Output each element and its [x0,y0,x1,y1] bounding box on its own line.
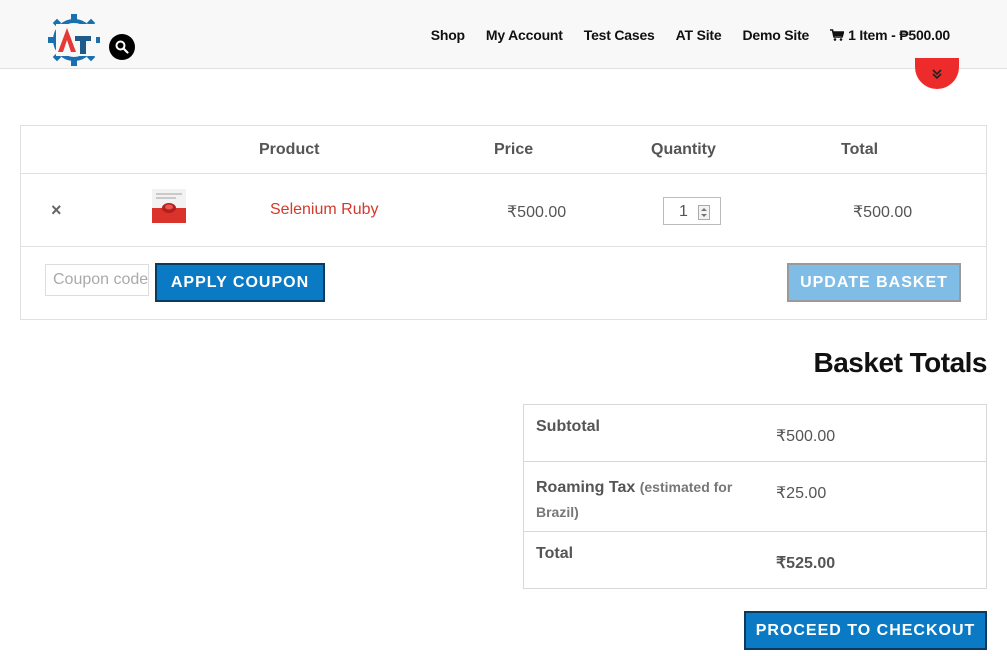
total-label: Total [536,545,574,562]
quantity-value: 1 [679,203,688,220]
cart-item-row: × Selenium Ruby ₹500.00 1 ₹500.00 [21,174,986,247]
cart-table: Product Price Quantity Total × Selenium … [20,125,987,320]
column-header-price: Price [494,141,534,158]
basket-totals-title: Basket Totals [813,347,988,378]
site-header: Shop My Account Test Cases AT Site Demo … [0,0,1007,69]
column-header-total: Total [841,141,879,158]
item-total: ₹500.00 [853,204,913,221]
cart-actions: APPLY COUPON UPDATE BASKET [21,247,986,320]
quantity-stepper[interactable]: 1 [663,197,721,225]
totals-row-roaming-tax: Roaming Tax (estimated for Brazil) ₹25.0… [524,462,986,532]
spin-arrows-icon [701,208,707,217]
scroll-down-button[interactable] [915,58,959,89]
subtotal-value: ₹500.00 [776,428,836,445]
basket-totals-table: Subtotal ₹500.00 Roaming Tax (estimated … [523,404,987,589]
product-thumbnail[interactable] [152,189,186,223]
search-button[interactable] [109,34,135,60]
nav-my-account[interactable]: My Account [486,27,563,43]
roaming-tax-title: Roaming Tax [536,479,636,496]
main-nav: Shop My Account Test Cases AT Site Demo … [410,27,950,43]
nav-shop[interactable]: Shop [431,27,465,43]
remove-item-button[interactable]: × [51,200,62,221]
quantity-spin-buttons[interactable] [698,205,710,220]
update-basket-button[interactable]: UPDATE BASKET [787,263,961,302]
cart-summary: 1 Item - ₱500.00 [848,27,950,43]
double-chevron-down-icon [932,68,942,79]
nav-at-site[interactable]: AT Site [676,27,722,43]
coupon-code-input[interactable] [45,264,149,296]
column-header-quantity: Quantity [651,141,716,158]
apply-coupon-button[interactable]: APPLY COUPON [155,263,325,302]
nav-cart[interactable]: 1 Item - ₱500.00 [830,27,950,43]
roaming-tax-label: Roaming Tax (estimated for Brazil) [536,475,736,525]
nav-test-cases[interactable]: Test Cases [584,27,655,43]
product-name-link[interactable]: Selenium Ruby [270,201,379,219]
subtotal-label: Subtotal [536,418,600,435]
proceed-to-checkout-button[interactable]: PROCEED TO CHECKOUT [744,611,987,650]
roaming-tax-value: ₹25.00 [776,485,827,502]
search-icon [115,40,129,54]
cart-table-header: Product Price Quantity Total [21,126,986,174]
cart-icon [830,29,845,41]
totals-row-total: Total ₹525.00 [524,532,986,589]
total-value: ₹525.00 [776,555,836,572]
site-logo[interactable] [48,14,100,66]
item-price: ₹500.00 [507,204,567,221]
totals-row-subtotal: Subtotal ₹500.00 [524,405,986,462]
column-header-product: Product [259,141,320,158]
nav-demo-site[interactable]: Demo Site [742,27,809,43]
